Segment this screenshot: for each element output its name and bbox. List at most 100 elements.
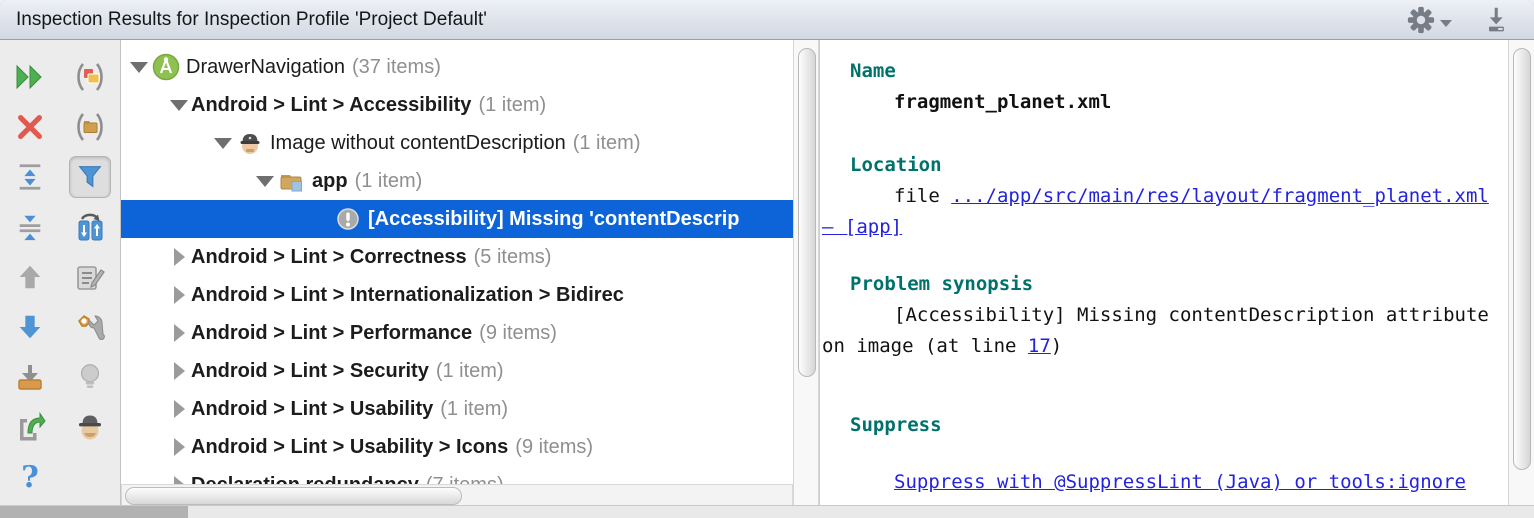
- bottom-horizontal-scrollbar-thumb[interactable]: [0, 506, 188, 518]
- tree-row-count: (1 item): [573, 132, 641, 155]
- left-toolbar: ?: [0, 40, 121, 518]
- gear-dropdown-caret-icon: [1440, 20, 1452, 27]
- android-studio-icon: [151, 53, 181, 81]
- problem-details-panel: Name fragment_planet.xml Location file .…: [819, 40, 1508, 518]
- tree-row-count: (5 items): [474, 246, 552, 269]
- tree-row-problem-selected[interactable]: [Accessibility] Missing 'contentDescrip: [121, 200, 793, 238]
- tree-row-label: app: [312, 170, 348, 193]
- synopsis-line-number-link[interactable]: 17: [1028, 335, 1051, 357]
- tree-row-label: [Accessibility] Missing 'contentDescrip: [368, 208, 740, 231]
- tree-row-count: (37 items): [352, 56, 441, 79]
- tree-row-performance-group[interactable]: Android > Lint > Performance (9 items): [121, 314, 793, 352]
- rerun-inspection-button[interactable]: [9, 56, 51, 98]
- tree-row-module[interactable]: app (1 item): [121, 162, 793, 200]
- caret-expanded-icon[interactable]: [167, 100, 191, 111]
- gear-icon: [1406, 5, 1436, 35]
- caret-collapsed-icon[interactable]: [167, 286, 191, 304]
- details-vertical-scrollbar-thumb[interactable]: [1513, 48, 1531, 470]
- tree-row-correctness-group[interactable]: Android > Lint > Correctness (5 items): [121, 238, 793, 276]
- tree-row-internationalization-group[interactable]: Android > Lint > Internationalization > …: [121, 276, 793, 314]
- edit-settings-icon: [74, 261, 106, 293]
- problem-synopsis-heading: Problem synopsis: [850, 269, 1502, 300]
- collapse-all-button[interactable]: [9, 206, 51, 248]
- wrench-icon: [74, 311, 106, 343]
- tree-row-usability-group[interactable]: Android > Lint > Usability (1 item): [121, 390, 793, 428]
- edit-settings-button[interactable]: [69, 256, 111, 298]
- suppress-problem-button[interactable]: [69, 406, 111, 448]
- tree-row-count: (1 item): [355, 170, 423, 193]
- tree-row-label: Android > Lint > Usability: [191, 398, 433, 421]
- expand-all-icon: [15, 162, 45, 192]
- name-heading: Name: [850, 56, 1502, 87]
- inspector-icon: [235, 130, 265, 156]
- tree-horizontal-scrollbar[interactable]: [121, 484, 793, 507]
- caret-expanded-icon[interactable]: [211, 138, 235, 149]
- caret-collapsed-icon[interactable]: [167, 248, 191, 266]
- caret-collapsed-icon[interactable]: [167, 362, 191, 380]
- caret-expanded-icon[interactable]: [127, 62, 151, 73]
- help-button[interactable]: ?: [9, 456, 51, 498]
- caret-collapsed-icon[interactable]: [167, 324, 191, 342]
- filter-icon: [75, 162, 105, 192]
- details-vertical-scrollbar[interactable]: [1508, 40, 1534, 518]
- window-title: Inspection Results for Inspection Profil…: [16, 9, 487, 31]
- group-by-severity-button[interactable]: [69, 56, 111, 98]
- tree-row-count: (1 item): [436, 360, 504, 383]
- caret-collapsed-icon[interactable]: [167, 438, 191, 456]
- tree-row-label: Android > Lint > Usability > Icons: [191, 436, 508, 459]
- synopsis-suffix: ): [1051, 335, 1062, 357]
- export-results-button[interactable]: [9, 356, 51, 398]
- settings-gear-icon[interactable]: [1406, 5, 1452, 35]
- quick-fix-button[interactable]: [69, 306, 111, 348]
- tree-row-count: (1 item): [478, 94, 546, 117]
- expand-all-button[interactable]: [9, 156, 51, 198]
- location-line: file .../app/src/main/res/layout/fragmen…: [822, 181, 1502, 243]
- tree-row-label: Android > Lint > Performance: [191, 322, 472, 345]
- tree-horizontal-scrollbar-thumb[interactable]: [125, 487, 462, 505]
- close-button[interactable]: [9, 106, 51, 148]
- bottom-horizontal-scrollbar[interactable]: [0, 505, 1534, 518]
- panel-body: ? DrawerNavigation (37 items): [0, 40, 1534, 518]
- problem-synopsis-line: [Accessibility] Missing contentDescripti…: [822, 300, 1502, 362]
- group-by-severity-icon: [74, 61, 106, 93]
- location-prefix: file: [894, 185, 951, 207]
- tree-row-security-group[interactable]: Android > Lint > Security (1 item): [121, 352, 793, 390]
- filter-resolved-button[interactable]: [69, 156, 111, 198]
- autoscroll-to-source-button[interactable]: [69, 206, 111, 248]
- open-in-editor-button[interactable]: [9, 406, 51, 448]
- detective-icon: [74, 411, 106, 443]
- caret-expanded-icon[interactable]: [253, 176, 277, 187]
- inspection-tree: DrawerNavigation (37 items) Android > Li…: [121, 40, 793, 518]
- tree-row-usability-icons-group[interactable]: Android > Lint > Usability > Icons (9 it…: [121, 428, 793, 466]
- autoscroll-to-source-icon: [74, 211, 106, 243]
- close-icon: [15, 112, 45, 142]
- tree-row-label: Android > Lint > Correctness: [191, 246, 467, 269]
- module-folder-icon: [277, 167, 307, 195]
- collapse-all-icon: [15, 212, 45, 242]
- hide-panel-icon[interactable]: [1482, 6, 1510, 34]
- group-by-directory-button[interactable]: [69, 106, 111, 148]
- previous-problem-button[interactable]: [9, 256, 51, 298]
- lightbulb-icon: [75, 362, 105, 392]
- caret-collapsed-icon[interactable]: [167, 400, 191, 418]
- previous-problem-icon: [15, 262, 45, 292]
- suppress-heading: Suppress: [850, 410, 1502, 441]
- next-problem-icon: [15, 312, 45, 342]
- titlebar: Inspection Results for Inspection Profil…: [0, 0, 1534, 40]
- tree-vertical-scrollbar-thumb[interactable]: [798, 48, 816, 377]
- tree-row-count: (9 items): [479, 322, 557, 345]
- synopsis-text: [Accessibility] Missing contentDescripti…: [822, 304, 1489, 357]
- disable-inspection-button[interactable]: [69, 356, 111, 398]
- group-by-directory-icon: [74, 111, 106, 143]
- tree-row-accessibility-group[interactable]: Android > Lint > Accessibility (1 item): [121, 86, 793, 124]
- tree-row-label: Android > Lint > Internationalization > …: [191, 284, 624, 307]
- export-icon: [14, 361, 46, 393]
- location-heading: Location: [850, 150, 1502, 181]
- tree-row-label: Android > Lint > Security: [191, 360, 429, 383]
- tree-row-inspection[interactable]: Image without contentDescription (1 item…: [121, 124, 793, 162]
- tree-row-project[interactable]: DrawerNavigation (37 items): [121, 48, 793, 86]
- tree-vertical-scrollbar[interactable]: [793, 40, 819, 518]
- titlebar-actions: [1406, 5, 1518, 35]
- name-value: fragment_planet.xml: [822, 87, 1502, 118]
- next-problem-button[interactable]: [9, 306, 51, 348]
